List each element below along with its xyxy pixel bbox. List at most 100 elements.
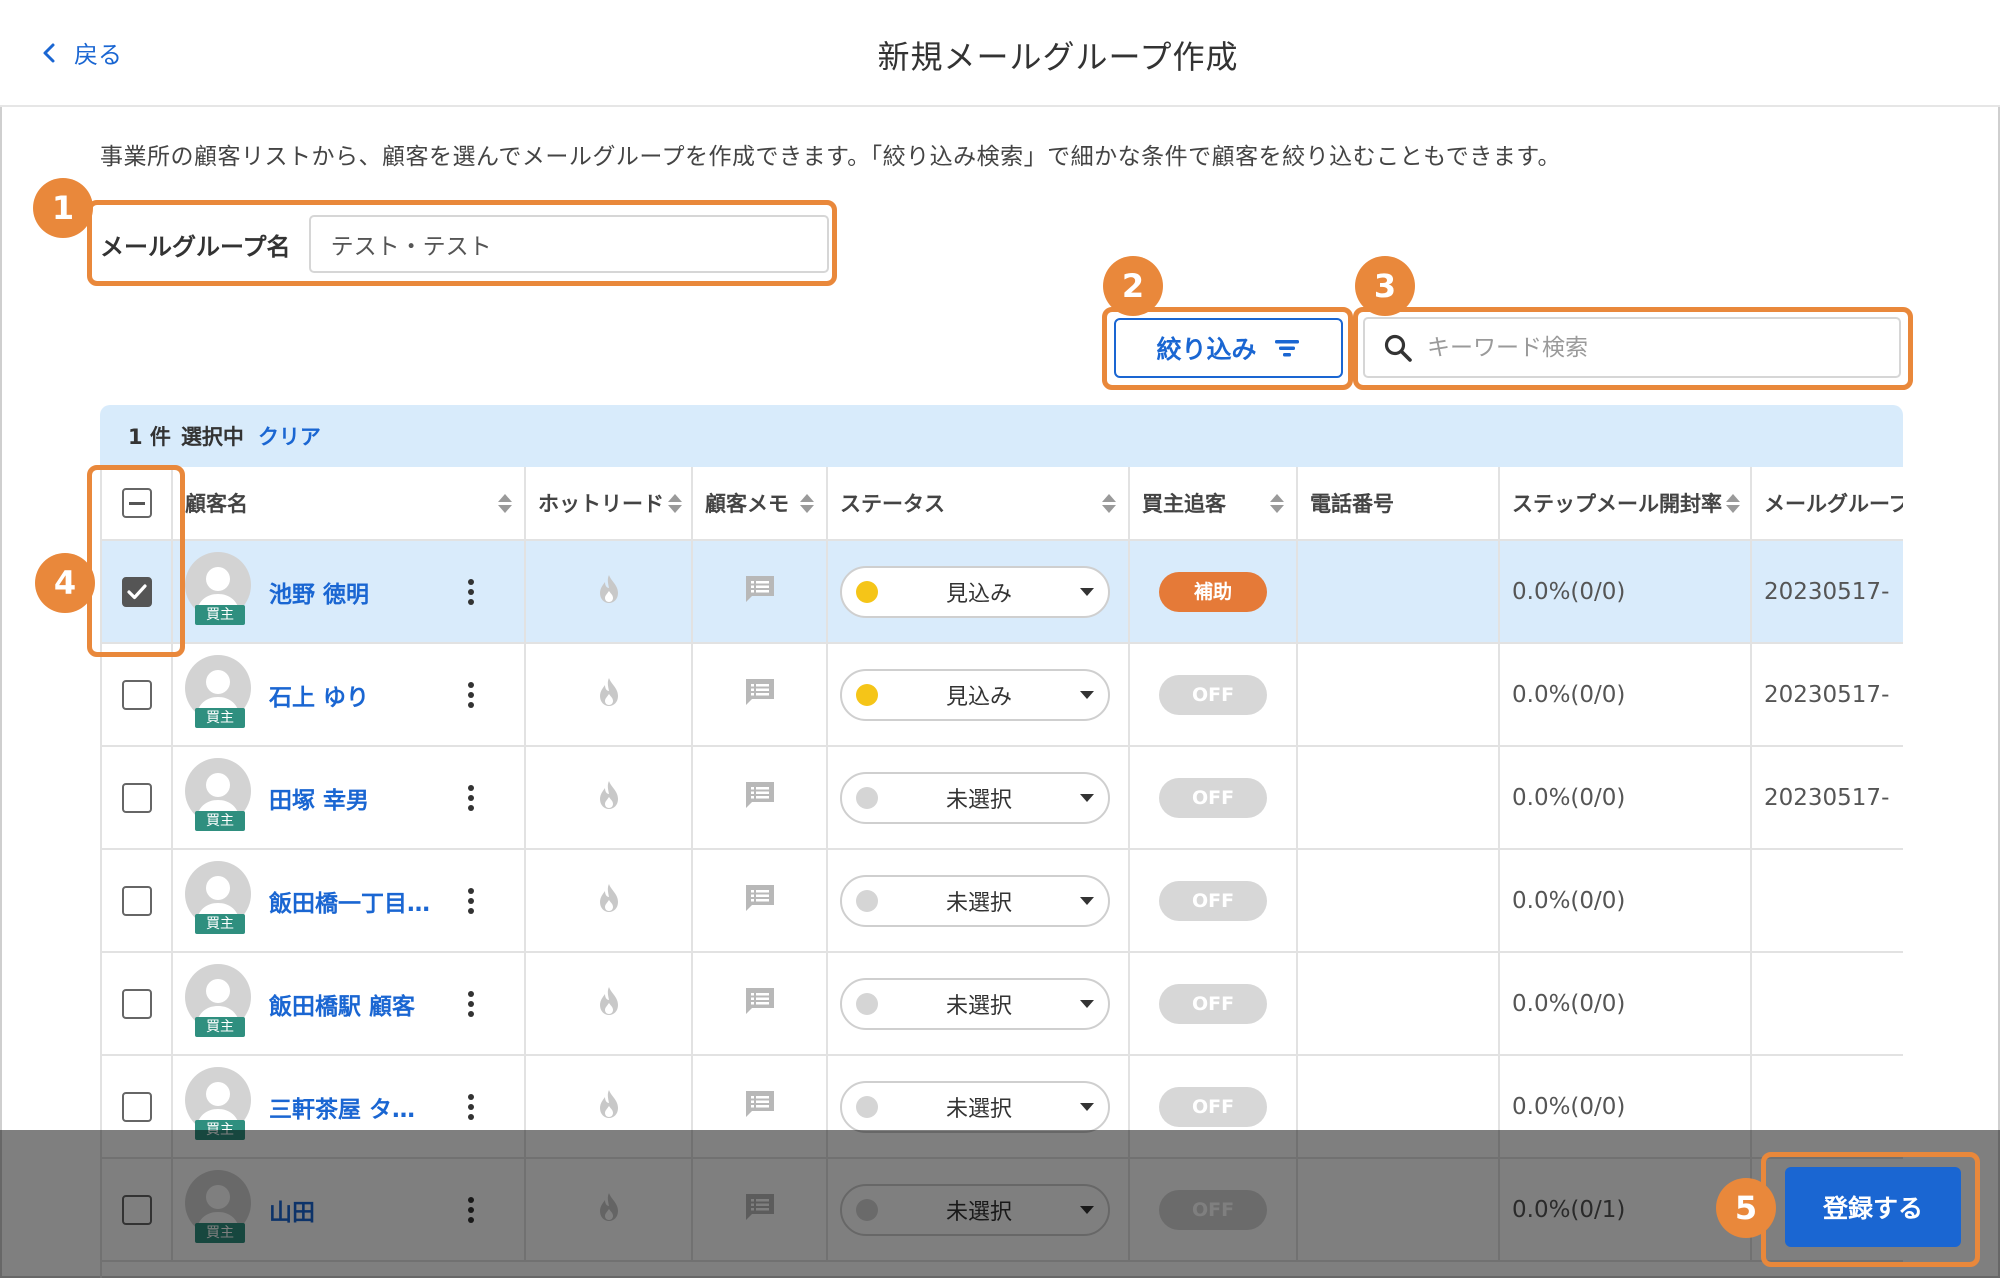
flame-icon[interactable] xyxy=(596,985,622,1017)
more-options-icon[interactable] xyxy=(461,680,481,710)
buyer-follow-toggle[interactable]: OFF xyxy=(1159,777,1267,818)
column-header-status[interactable]: ステータス xyxy=(827,467,1130,541)
status-dot xyxy=(856,786,878,809)
customer-name-link[interactable]: 石上 ゆり xyxy=(269,678,449,712)
search-input[interactable] xyxy=(1427,334,1867,361)
status-dropdown[interactable]: 見込み xyxy=(840,668,1110,721)
row-checkbox[interactable] xyxy=(121,679,152,710)
column-header-step-mail[interactable]: ステップメール開封率 xyxy=(1499,467,1752,541)
customer-name-link[interactable]: 飯田橋一丁目… xyxy=(269,884,449,918)
column-label-memo: 顧客メモ xyxy=(705,492,789,516)
memo-icon[interactable] xyxy=(743,882,777,914)
customer-name-cell: 買主 飯田橋駅 顧客 xyxy=(172,952,526,1056)
column-header-hot-lead[interactable]: ホットリード xyxy=(525,467,693,541)
sort-icon[interactable] xyxy=(498,493,512,513)
flame-icon[interactable] xyxy=(596,779,622,811)
memo-cell xyxy=(692,540,828,644)
row-checkbox-cell xyxy=(102,540,173,644)
mail-group-value: 20230517- xyxy=(1764,681,1890,708)
sort-icon[interactable] xyxy=(668,493,682,513)
status-dropdown[interactable]: 見込み xyxy=(840,565,1110,618)
mail-group-cell: 20230517- xyxy=(1751,540,1903,644)
phone-cell xyxy=(1297,540,1500,644)
annotation-badge-2: 2 xyxy=(1103,256,1163,316)
more-options-icon[interactable] xyxy=(461,783,481,813)
sort-icon[interactable] xyxy=(1270,493,1284,513)
status-value: 見込み xyxy=(945,684,1012,710)
bottom-action-bar xyxy=(0,1130,2000,1278)
column-header-memo[interactable]: 顧客メモ xyxy=(692,467,828,541)
buyer-follow-toggle[interactable]: OFF xyxy=(1159,983,1267,1024)
step-mail-cell: 0.0%(0/0) xyxy=(1499,849,1752,953)
memo-icon[interactable] xyxy=(743,676,777,708)
buyer-follow-toggle[interactable]: 補助 xyxy=(1159,571,1267,612)
column-header-name[interactable]: 顧客名 xyxy=(172,467,526,541)
more-options-icon[interactable] xyxy=(461,577,481,607)
memo-icon[interactable] xyxy=(743,1088,777,1120)
customer-name-link[interactable]: 三軒茶屋 タ… xyxy=(269,1090,449,1124)
table-row[interactable]: 買主 池野 徳明 見込み 補助 0.0%(0/0) 20230517- xyxy=(102,540,1903,644)
annotation-badge-3: 3 xyxy=(1355,256,1415,316)
customer-name-cell: 買主 池野 徳明 xyxy=(172,540,526,644)
sort-icon[interactable] xyxy=(1102,493,1116,513)
memo-cell xyxy=(692,849,828,953)
table-row[interactable]: 買主 飯田橋一丁目… 未選択 OFF 0.0%(0/0) xyxy=(102,849,1903,953)
caret-down-icon xyxy=(1080,587,1094,596)
customer-name-link[interactable]: 飯田橋駅 顧客 xyxy=(269,987,449,1021)
row-checkbox[interactable] xyxy=(121,782,152,813)
avatar: 買主 xyxy=(185,860,251,941)
memo-icon[interactable] xyxy=(743,779,777,811)
buyer-badge: 買主 xyxy=(195,810,245,831)
caret-down-icon xyxy=(1080,793,1094,802)
step-mail-cell: 0.0%(0/0) xyxy=(1499,952,1752,1056)
more-options-icon[interactable] xyxy=(461,1092,481,1122)
filter-label: 絞り込み xyxy=(1156,335,1257,364)
mail-group-cell xyxy=(1751,849,1903,953)
row-checkbox[interactable] xyxy=(121,988,152,1019)
buyer-follow-toggle[interactable]: OFF xyxy=(1159,1086,1267,1127)
customer-name-cell: 買主 石上 ゆり xyxy=(172,643,526,747)
row-checkbox[interactable] xyxy=(121,885,152,916)
buyer-follow-toggle[interactable]: OFF xyxy=(1159,880,1267,921)
row-checkbox-cell xyxy=(102,952,173,1056)
row-checkbox[interactable] xyxy=(121,576,152,607)
clear-selection-link[interactable]: クリア xyxy=(258,421,321,451)
table-row[interactable]: 買主 飯田橋駅 顧客 未選択 OFF 0.0%(0/0) xyxy=(102,952,1903,1056)
phone-cell xyxy=(1297,849,1500,953)
status-dropdown[interactable]: 未選択 xyxy=(840,771,1110,824)
more-options-icon[interactable] xyxy=(461,989,481,1019)
memo-icon[interactable] xyxy=(743,573,777,605)
select-all-checkbox[interactable] xyxy=(121,488,152,518)
status-dropdown[interactable]: 未選択 xyxy=(840,977,1110,1030)
column-header-buyer-follow[interactable]: 買主追客 xyxy=(1129,467,1298,541)
sort-icon[interactable] xyxy=(800,493,814,513)
customer-name-link[interactable]: 田塚 幸男 xyxy=(269,781,449,815)
step-mail-rate: 0.0%(0/0) xyxy=(1512,990,1626,1017)
step-mail-rate: 0.0%(0/0) xyxy=(1512,681,1626,708)
group-name-input[interactable] xyxy=(308,215,829,273)
more-options-icon[interactable] xyxy=(461,886,481,916)
status-dropdown[interactable]: 未選択 xyxy=(840,874,1110,927)
flame-icon[interactable] xyxy=(596,573,622,605)
hot-lead-cell xyxy=(525,746,693,850)
table-row[interactable]: 買主 田塚 幸男 未選択 OFF 0.0%(0/0) 20230517- xyxy=(102,746,1903,850)
avatar: 買主 xyxy=(185,654,251,735)
sort-icon[interactable] xyxy=(1726,493,1740,513)
memo-icon[interactable] xyxy=(743,985,777,1017)
search-box[interactable] xyxy=(1363,317,1901,378)
table-row[interactable]: 買主 石上 ゆり 見込み OFF 0.0%(0/0) 20230517- xyxy=(102,643,1903,747)
flame-icon[interactable] xyxy=(596,676,622,708)
customer-name-link[interactable]: 池野 徳明 xyxy=(269,575,449,609)
flame-icon[interactable] xyxy=(596,882,622,914)
memo-cell xyxy=(692,746,828,850)
mail-group-value: 20230517- xyxy=(1764,578,1890,605)
flame-icon[interactable] xyxy=(596,1088,622,1120)
filter-button[interactable]: 絞り込み xyxy=(1114,318,1343,378)
status-cell: 見込み xyxy=(827,540,1130,644)
row-checkbox[interactable] xyxy=(121,1091,152,1122)
status-dropdown[interactable]: 未選択 xyxy=(840,1080,1110,1133)
register-button[interactable]: 登録する xyxy=(1785,1167,1961,1247)
column-label-name: 顧客名 xyxy=(185,492,248,516)
buyer-follow-toggle[interactable]: OFF xyxy=(1159,674,1267,715)
column-label-hot-lead: ホットリード xyxy=(538,492,664,516)
